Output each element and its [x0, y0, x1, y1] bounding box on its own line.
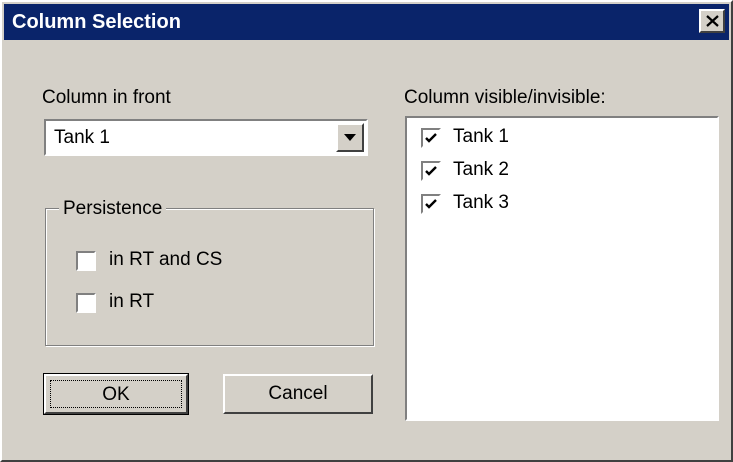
persistence-rt-cs-checkbox[interactable] — [76, 251, 96, 271]
column-in-front-label: Column in front — [42, 87, 171, 108]
column-in-front-dropdown[interactable]: Tank 1 — [44, 119, 368, 156]
checkmark-icon — [425, 166, 437, 176]
chevron-down-icon — [344, 134, 356, 141]
title-bar[interactable]: Column Selection — [4, 4, 729, 40]
checkmark-icon — [425, 199, 437, 209]
tank-1-checkbox[interactable] — [421, 128, 441, 148]
tank-3-label: Tank 3 — [453, 192, 509, 213]
column-visible-label: Column visible/invisible: — [404, 87, 606, 108]
ok-button-label: OK — [102, 384, 130, 405]
persistence-rt-label[interactable]: in RT — [109, 291, 154, 313]
persistence-rt-cs-label[interactable]: in RT and CS — [109, 249, 222, 271]
ok-button[interactable]: OK — [43, 373, 189, 415]
dropdown-arrow-button[interactable] — [336, 123, 364, 152]
dialog-title: Column Selection — [12, 11, 181, 33]
column-visibility-list[interactable]: Tank 1 Tank 2 Tank 3 — [405, 116, 719, 421]
persistence-rt-checkbox[interactable] — [76, 293, 96, 313]
tank-2-checkbox[interactable] — [421, 161, 441, 181]
dropdown-selected-value: Tank 1 — [54, 127, 110, 148]
close-icon — [706, 15, 719, 27]
checkmark-icon — [425, 133, 437, 143]
column-selection-dialog: Column Selection Column in front Tank 1 … — [0, 0, 733, 462]
cancel-button[interactable]: Cancel — [223, 374, 373, 414]
persistence-groupbox — [45, 208, 374, 346]
tank-1-label: Tank 1 — [453, 126, 509, 147]
persistence-legend: Persistence — [59, 198, 167, 220]
tank-2-label: Tank 2 — [453, 159, 509, 180]
close-button[interactable] — [699, 9, 725, 33]
cancel-button-label: Cancel — [268, 383, 328, 404]
ok-focus-rect: OK — [50, 380, 182, 408]
tank-3-checkbox[interactable] — [421, 194, 441, 214]
